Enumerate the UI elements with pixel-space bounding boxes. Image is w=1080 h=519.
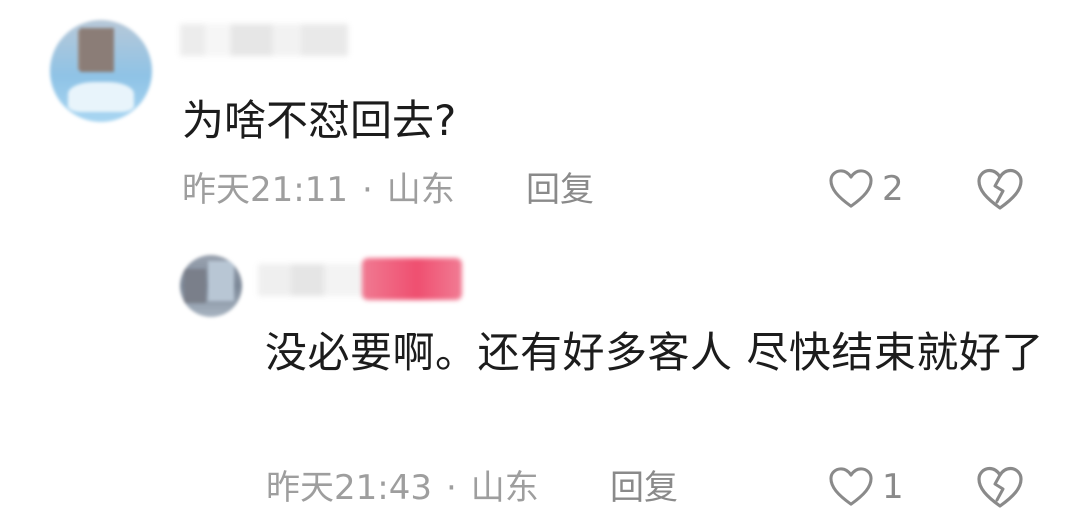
reply-button[interactable]: 回复 xyxy=(610,468,678,508)
like-button[interactable]: 1 xyxy=(828,466,904,508)
timestamp: 昨天21:11 xyxy=(182,170,348,210)
timestamp: 昨天21:43 xyxy=(266,468,432,508)
comment-meta: 昨天21:11 · 山东 xyxy=(182,170,455,210)
broken-heart-icon xyxy=(977,466,1023,508)
username-blurred[interactable] xyxy=(258,264,368,296)
separator: · xyxy=(445,468,457,508)
like-count: 1 xyxy=(882,467,904,507)
separator: · xyxy=(361,170,373,210)
author-badge-blurred xyxy=(362,258,462,300)
broken-heart-icon xyxy=(977,168,1023,210)
reply-button[interactable]: 回复 xyxy=(526,170,594,210)
like-count: 2 xyxy=(882,169,904,209)
dislike-button[interactable] xyxy=(975,166,1025,212)
location: 山东 xyxy=(470,468,539,508)
heart-outline-icon xyxy=(829,467,873,506)
heart-outline-icon xyxy=(829,169,873,208)
comment-meta: 昨天21:43 · 山东 xyxy=(266,468,539,508)
location: 山东 xyxy=(386,170,455,210)
comment-text: 没必要啊。还有好多客人 尽快结束就好了 xyxy=(265,328,1044,377)
like-button[interactable]: 2 xyxy=(828,168,904,210)
dislike-button[interactable] xyxy=(975,464,1025,510)
username-blurred[interactable] xyxy=(180,24,348,56)
avatar[interactable] xyxy=(50,20,152,122)
avatar[interactable] xyxy=(180,255,242,317)
comment-thread: 为啥不怼回去? 昨天21:11 · 山东 回复 2 没必要啊。还有好多客人 尽快结束… xyxy=(0,0,1080,519)
comment-text: 为啥不怼回去? xyxy=(182,96,457,145)
